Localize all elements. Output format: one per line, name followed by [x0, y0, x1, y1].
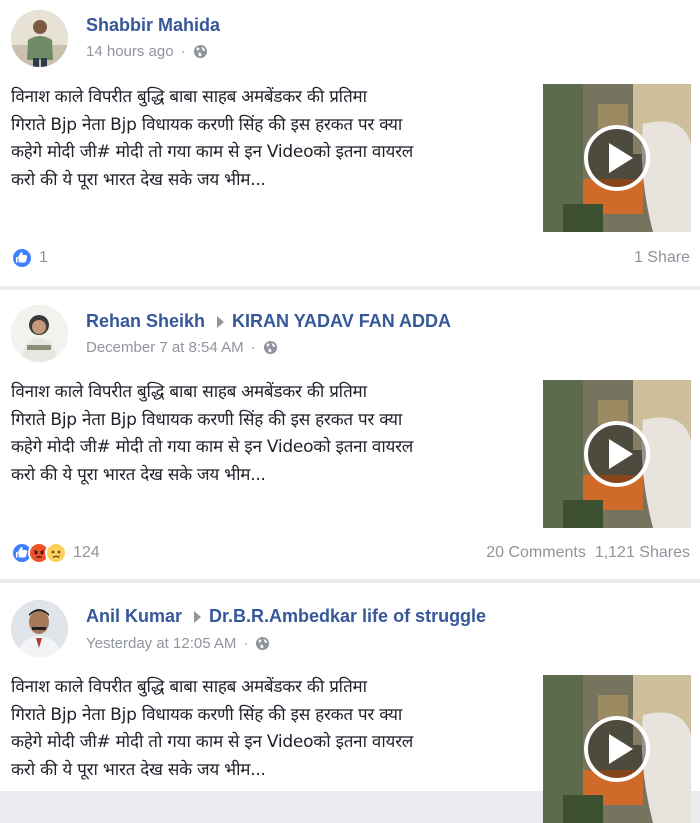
play-icon[interactable] — [584, 421, 650, 487]
play-icon[interactable] — [584, 716, 650, 782]
engagement-stats: 20 Comments 1,121 Shares — [486, 544, 690, 562]
group-name-link[interactable]: KIRAN YADAV FAN ADDA — [232, 311, 451, 332]
feed-post: Anil Kumar Dr.B.R.Ambedkar life of strug… — [0, 583, 700, 823]
post-text-line: विनाश काले विपरीत बुद्धि बाबा साहब अमबें… — [11, 382, 367, 402]
comments-count-link[interactable]: 20 Comments — [486, 544, 586, 562]
post-text: विनाश काले विपरीत बुद्धि बाबा साहब अमबें… — [11, 84, 531, 194]
reaction-count: 124 — [73, 544, 100, 561]
post-text-line: कहेगे मोदी जी# मोदी तो गया काम से इन Vid… — [11, 437, 414, 457]
globe-icon[interactable] — [193, 44, 208, 59]
post-header: Rehan Sheikh KIRAN YADAV FAN ADDA — [86, 311, 451, 332]
reactions-summary[interactable]: 1 — [11, 247, 48, 269]
post-meta: 14 hours ago · — [86, 43, 208, 60]
post-text-line: गिराते Bjp नेता Bjp विधायक करणी सिंह की … — [11, 114, 403, 135]
meta-separator: · — [180, 43, 186, 60]
author-name-link[interactable]: Shabbir Mahida — [86, 15, 220, 36]
post-text-line: गिराते Bjp नेता Bjp विधायक करणी सिंह की … — [11, 409, 403, 430]
avatar[interactable] — [11, 10, 68, 67]
post-timestamp[interactable]: December 7 at 8:54 AM — [86, 339, 244, 356]
like-icon — [11, 247, 33, 269]
post-text-line: गिराते Bjp नेता Bjp विधायक करणी सिंह की … — [11, 704, 403, 725]
post-meta: December 7 at 8:54 AM · — [86, 339, 278, 356]
post-text-line: करो की ये पूरा भारत देख सके जय भीम... — [11, 759, 266, 780]
meta-separator: · — [243, 635, 249, 652]
post-timestamp[interactable]: Yesterday at 12:05 AM — [86, 635, 236, 652]
post-footer: 124 20 Comments 1,121 Shares — [11, 540, 690, 566]
news-feed: Shabbir Mahida 14 hours ago · विनाश काले… — [0, 0, 700, 823]
globe-icon[interactable] — [255, 636, 270, 651]
author-name-link[interactable]: Rehan Sheikh — [86, 311, 205, 332]
post-text: विनाश काले विपरीत बुद्धि बाबा साहब अमबें… — [11, 674, 531, 784]
post-text-line: कहेगे मोदी जी# मोदी तो गया काम से इन Vid… — [11, 142, 414, 162]
avatar[interactable] — [11, 600, 68, 657]
reaction-count: 1 — [39, 249, 48, 266]
shares-count-link[interactable]: 1 Share — [634, 249, 690, 267]
video-thumbnail[interactable] — [543, 380, 691, 528]
engagement-stats: 1 Share — [634, 249, 690, 267]
post-text-line: विनाश काले विपरीत बुद्धि बाबा साहब अमबें… — [11, 677, 367, 697]
reactions-summary[interactable]: 124 — [11, 542, 100, 564]
author-name-link[interactable]: Anil Kumar — [86, 606, 182, 627]
post-header: Shabbir Mahida — [86, 15, 220, 36]
post-text-line: करो की ये पूरा भारत देख सके जय भीम... — [11, 169, 266, 190]
post-text-line: कहेगे मोदी जी# मोदी तो गया काम से इन Vid… — [11, 732, 414, 752]
video-thumbnail[interactable] — [543, 675, 691, 823]
post-footer: 1 1 Share — [11, 245, 690, 271]
video-thumbnail[interactable] — [543, 84, 691, 232]
meta-separator: · — [250, 339, 256, 356]
triangle-right-icon — [217, 315, 225, 328]
play-icon[interactable] — [584, 125, 650, 191]
triangle-right-icon — [194, 610, 202, 623]
post-text-line: विनाश काले विपरीत बुद्धि बाबा साहब अमबें… — [11, 87, 367, 107]
post-meta: Yesterday at 12:05 AM · — [86, 635, 270, 652]
post-timestamp[interactable]: 14 hours ago — [86, 43, 174, 60]
post-header: Anil Kumar Dr.B.R.Ambedkar life of strug… — [86, 606, 486, 627]
feed-post: Shabbir Mahida 14 hours ago · विनाश काले… — [0, 0, 700, 286]
avatar[interactable] — [11, 305, 68, 362]
post-text: विनाश काले विपरीत बुद्धि बाबा साहब अमबें… — [11, 379, 531, 489]
group-name-link[interactable]: Dr.B.R.Ambedkar life of struggle — [209, 606, 486, 627]
feed-post: Rehan Sheikh KIRAN YADAV FAN ADDA Decemb… — [0, 290, 700, 579]
sad-icon — [45, 542, 67, 564]
shares-count-link[interactable]: 1,121 Shares — [595, 544, 690, 562]
globe-icon[interactable] — [263, 340, 278, 355]
post-text-line: करो की ये पूरा भारत देख सके जय भीम... — [11, 464, 266, 485]
